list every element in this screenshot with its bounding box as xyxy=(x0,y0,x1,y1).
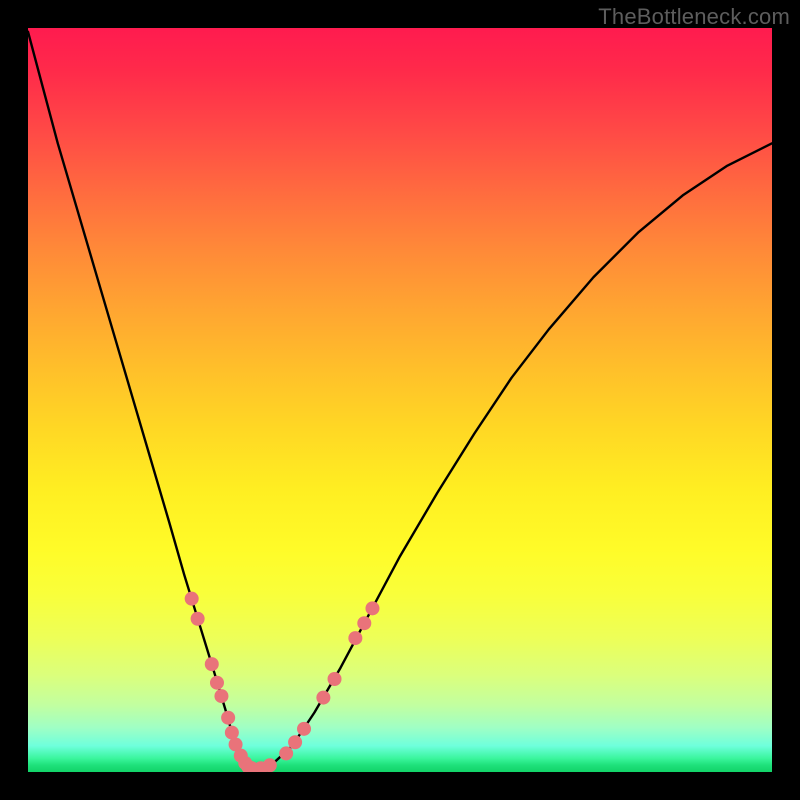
curve-marker xyxy=(365,601,379,615)
curve-marker xyxy=(214,689,228,703)
curve-marker xyxy=(185,592,199,606)
curve-marker xyxy=(221,711,235,725)
curve-marker xyxy=(263,758,277,772)
chart-svg xyxy=(28,28,772,772)
curve-marker xyxy=(205,657,219,671)
curve-marker xyxy=(191,612,205,626)
bottleneck-curve xyxy=(28,32,772,769)
curve-marker xyxy=(297,722,311,736)
curve-marker xyxy=(328,672,342,686)
chart-frame: TheBottleneck.com xyxy=(0,0,800,800)
plot-area xyxy=(28,28,772,772)
curve-marker xyxy=(225,726,239,740)
curve-marker xyxy=(357,616,371,630)
curve-marker xyxy=(316,691,330,705)
watermark-text: TheBottleneck.com xyxy=(598,4,790,30)
curve-marker xyxy=(279,746,293,760)
curve-marker xyxy=(210,676,224,690)
curve-markers xyxy=(185,592,380,772)
curve-marker xyxy=(288,735,302,749)
curve-marker xyxy=(348,631,362,645)
